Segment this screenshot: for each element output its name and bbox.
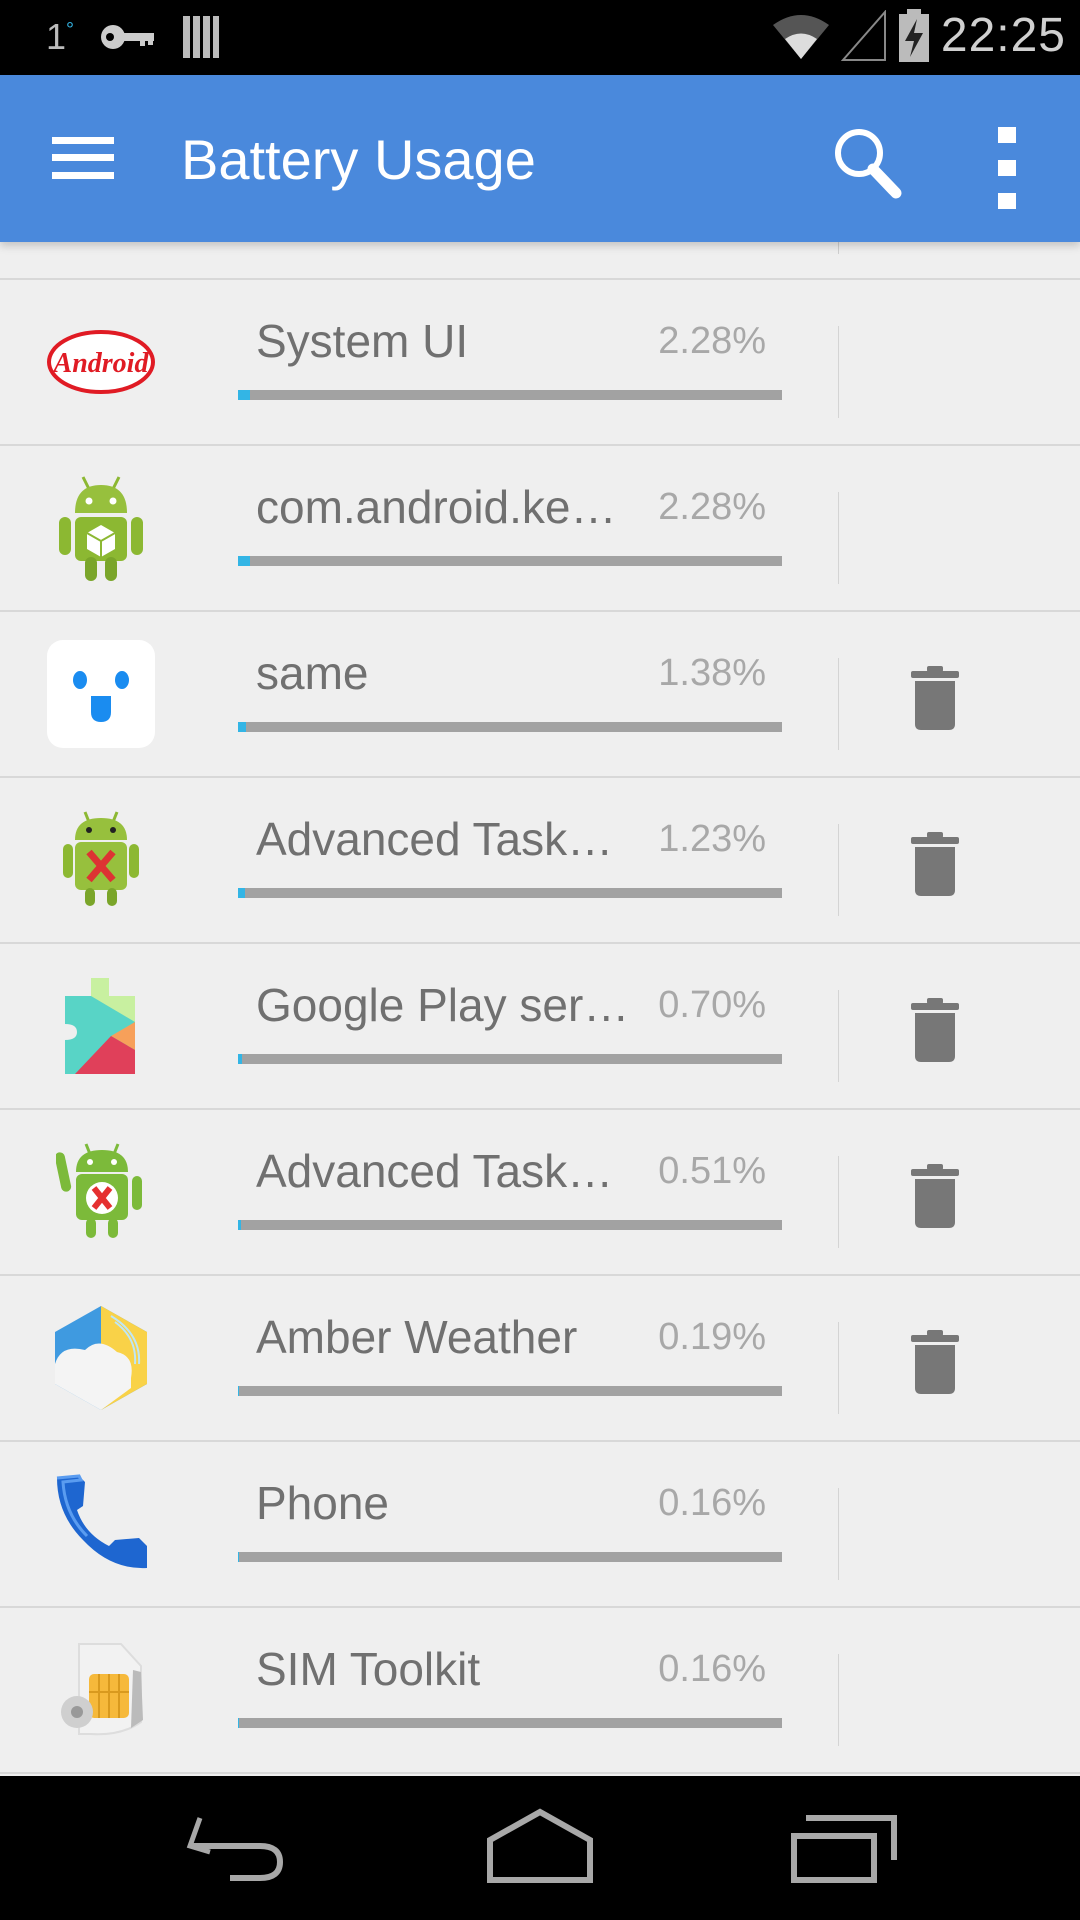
usage-bar-fill [238,1718,239,1728]
usage-bar [238,390,782,400]
usage-bar-fill [238,556,251,566]
list-item[interactable]: Amber Weather 0.19% [0,1276,1080,1442]
back-icon[interactable] [170,1806,310,1896]
divider [838,1156,839,1248]
usage-bar [238,1718,782,1728]
cell-signal-icon [840,9,886,61]
app-name: Phone [256,1477,390,1529]
usage-bar [238,1552,782,1562]
usage-bar-fill [238,888,245,898]
usage-bar-fill [238,1054,242,1064]
list-item[interactable]: Google Play ser… 0.70% [0,944,1080,1110]
key-icon [101,25,155,49]
wifi-icon [772,14,829,59]
home-icon[interactable] [470,1806,610,1896]
usage-percent: 0.51% [658,1150,766,1192]
trash-icon[interactable] [905,996,965,1064]
divider [838,1322,839,1414]
recents-icon[interactable] [774,1806,914,1896]
list-item[interactable]: Phone 0.16% [0,1442,1080,1608]
usage-percent: 0.70% [658,984,766,1026]
usage-bar-fill [238,722,246,732]
usage-percent: 2.28% [658,486,766,528]
usage-percent: 0.16% [658,1648,766,1690]
trash-icon[interactable] [905,664,965,732]
android-package-icon [45,476,157,581]
app-name: SIM Toolkit [256,1643,481,1695]
divider [838,492,839,584]
trash-icon[interactable] [905,1328,965,1396]
sim-toolkit-icon [45,1640,157,1740]
search-icon[interactable] [826,123,906,203]
app-name: System UI [256,315,469,367]
android-task-killer-icon [45,1142,157,1242]
divider [838,824,839,916]
usage-bar [238,722,782,732]
android-task-killer-icon [45,810,157,910]
usage-bar [238,888,782,898]
usage-bar-fill [238,1552,239,1562]
app-name: Amber Weather [256,1311,578,1363]
usage-bar [238,556,782,566]
svg-text:Android: Android [52,348,150,379]
divider [838,990,839,1082]
android-kitkat-icon: Android [45,312,157,412]
list-item[interactable]: same 1.38% [0,612,1080,778]
usage-percent: 0.16% [658,1482,766,1524]
app-name: same [256,647,369,699]
phone-icon [45,1474,157,1574]
battery-charging-icon [898,8,929,62]
app-name: Advanced Task… [256,813,614,865]
list-item[interactable]: SIM Toolkit 0.16% [0,1608,1080,1774]
list-item[interactable]: Android System UI 2.28% [0,280,1080,446]
divider [838,658,839,750]
app-name: Google Play ser… [256,979,630,1031]
usage-bar [238,1054,782,1064]
navigation-bar [0,1776,1080,1920]
list-item[interactable]: Advanced Task… 0.51% [0,1110,1080,1276]
temperature-indicator: 1° [46,16,75,57]
temperature-value: 1 [46,16,67,57]
usage-bar-fill [238,1386,240,1396]
usage-bar-fill [238,1220,241,1230]
usage-bar [238,1220,782,1230]
clock: 22:25 [940,9,1066,62]
app-bar: Battery Usage [0,75,1080,242]
app-name: Advanced Task… [256,1145,614,1197]
app-usage-list: Android System UI 2.28% com.android.ke… … [0,242,1080,1774]
app-name: com.android.ke… [256,481,617,533]
list-item[interactable]: Advanced Task… 1.23% [0,778,1080,944]
trash-icon[interactable] [905,1162,965,1230]
hamburger-menu-icon[interactable] [52,137,114,179]
page-title: Battery Usage [181,128,536,191]
divider [838,1654,839,1746]
usage-percent: 1.23% [658,818,766,860]
divider [838,1488,839,1580]
barcode-icon [183,16,220,58]
usage-bar-fill [238,390,251,400]
divider [838,326,839,418]
usage-bar [238,1386,782,1396]
usage-percent: 0.19% [658,1316,766,1358]
same-app-icon [45,640,157,748]
amber-weather-icon [45,1306,157,1410]
usage-percent: 1.38% [658,652,766,694]
more-vert-icon[interactable] [990,127,1026,213]
list-item[interactable]: com.android.ke… 2.28% [0,446,1080,612]
google-play-services-icon [45,976,157,1076]
usage-percent: 2.28% [658,320,766,362]
list-item-partial [0,242,1080,280]
status-bar: 1° 22:25 [0,0,1080,75]
trash-icon[interactable] [905,830,965,898]
